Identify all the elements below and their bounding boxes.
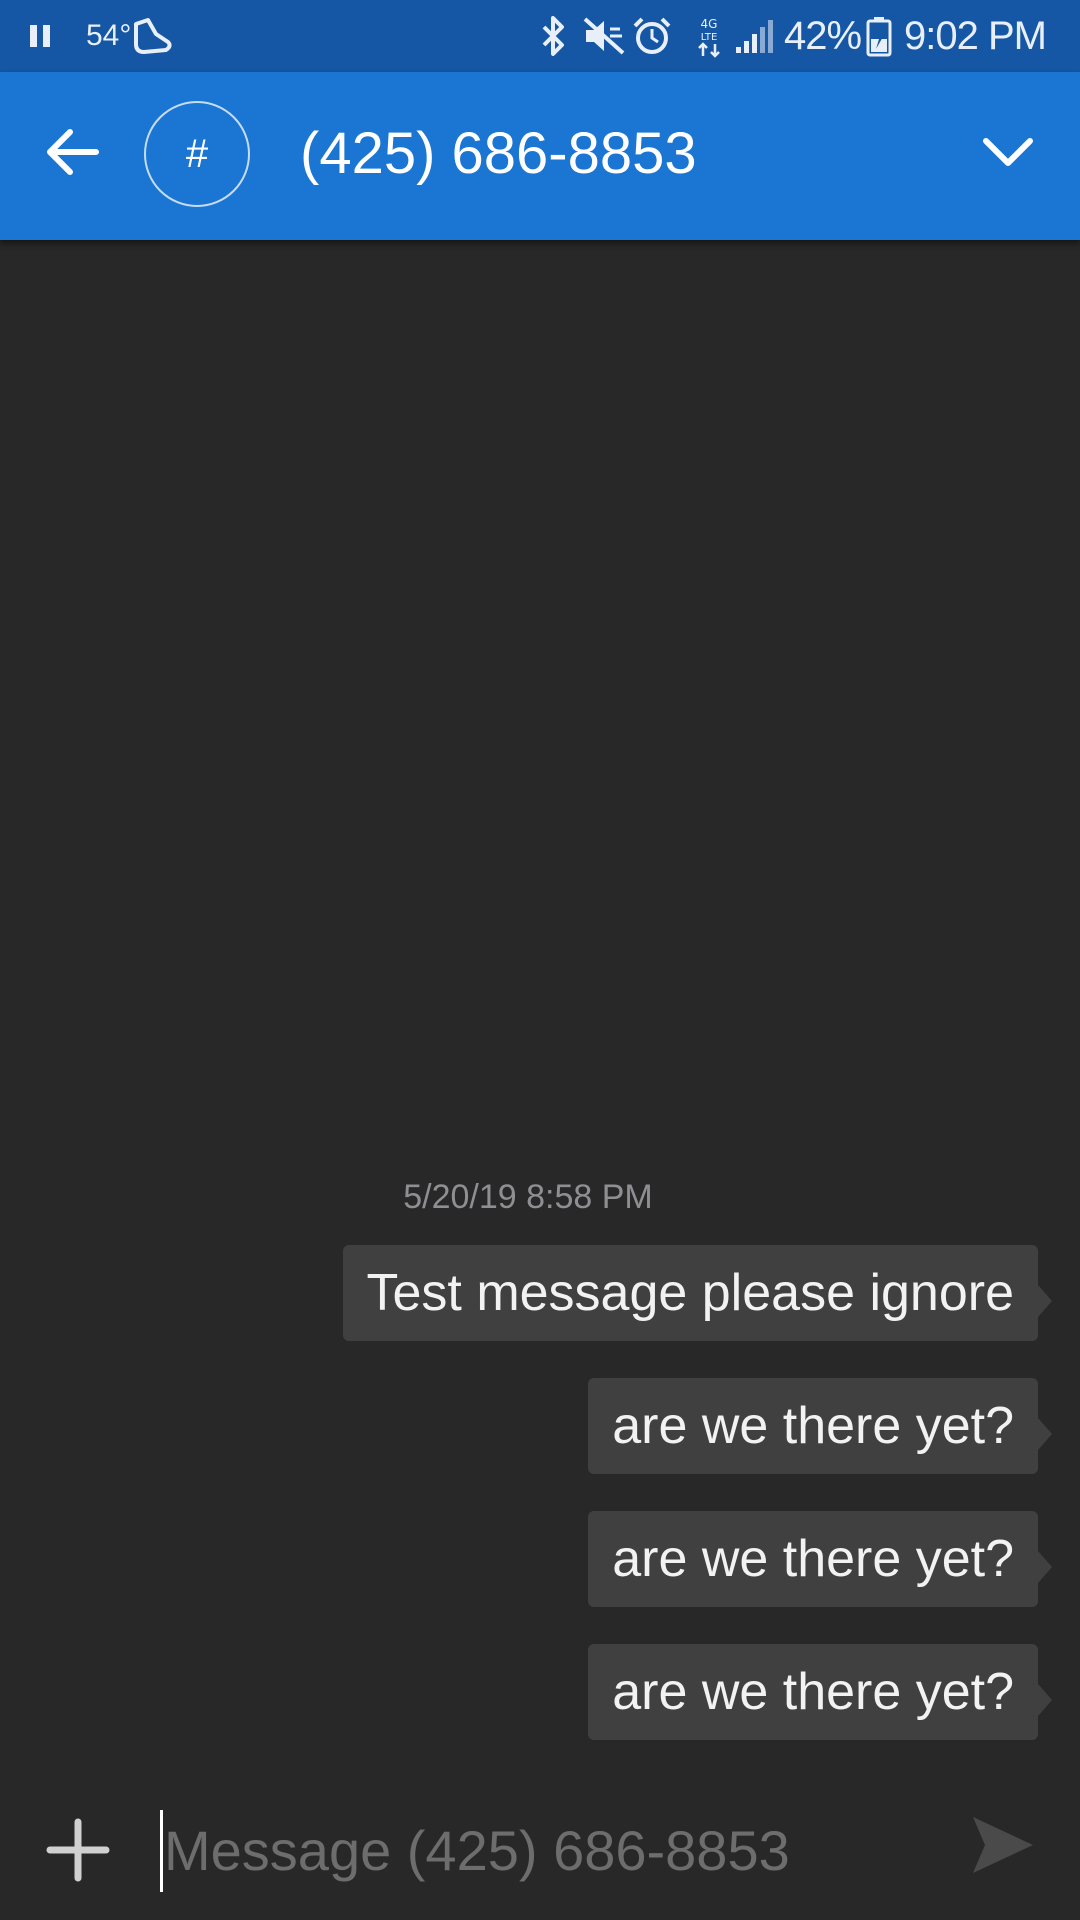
message-bubble[interactable]: are we there yet? xyxy=(588,1378,1052,1474)
text-cursor xyxy=(160,1810,163,1892)
clock-time: 9:02 PM xyxy=(904,13,1047,58)
mute-icon xyxy=(582,0,626,72)
attach-button[interactable] xyxy=(38,1810,118,1890)
battery-percent: 42% xyxy=(784,13,862,58)
contact-avatar[interactable]: # xyxy=(144,101,250,207)
send-icon xyxy=(973,1817,1033,1873)
contact-title[interactable]: (425) 686-8853 xyxy=(300,116,697,192)
back-button[interactable] xyxy=(30,110,114,194)
message-bubble[interactable]: Test message please ignore xyxy=(342,1245,1052,1341)
expand-details-button[interactable] xyxy=(966,110,1050,194)
message-bubble[interactable]: are we there yet? xyxy=(588,1511,1052,1607)
svg-text:4G: 4G xyxy=(701,17,718,31)
pause-icon xyxy=(28,0,52,72)
back-arrow-icon xyxy=(47,129,99,175)
alarm-icon xyxy=(632,0,672,72)
message-timestamp: 5/20/19 8:58 PM xyxy=(403,1178,653,1216)
svg-text:LTE: LTE xyxy=(701,32,718,43)
signal-icon xyxy=(734,0,774,72)
weather-icon: 54° xyxy=(86,0,131,72)
temperature-text: 54° xyxy=(86,19,132,52)
send-button[interactable] xyxy=(968,1810,1038,1880)
shoe-icon xyxy=(130,0,174,72)
bluetooth-icon xyxy=(540,0,568,72)
battery-charging-icon xyxy=(866,0,892,72)
message-input[interactable] xyxy=(160,1810,944,1890)
avatar-symbol: # xyxy=(185,131,209,176)
status-bar: 54° 4G LTE 42% 9:02 PM xyxy=(0,0,1080,72)
messaging-screen: 54° 4G LTE 42% 9:02 PM # (425) 686-8853 … xyxy=(0,0,1080,1920)
plus-icon xyxy=(46,1818,110,1882)
lte-data-icon: 4G LTE xyxy=(692,0,726,72)
message-bubble[interactable]: are we there yet? xyxy=(588,1644,1052,1740)
chevron-down-icon xyxy=(983,138,1033,166)
conversation-header: # (425) 686-8853 xyxy=(0,72,1080,240)
compose-bar xyxy=(0,1790,1080,1920)
